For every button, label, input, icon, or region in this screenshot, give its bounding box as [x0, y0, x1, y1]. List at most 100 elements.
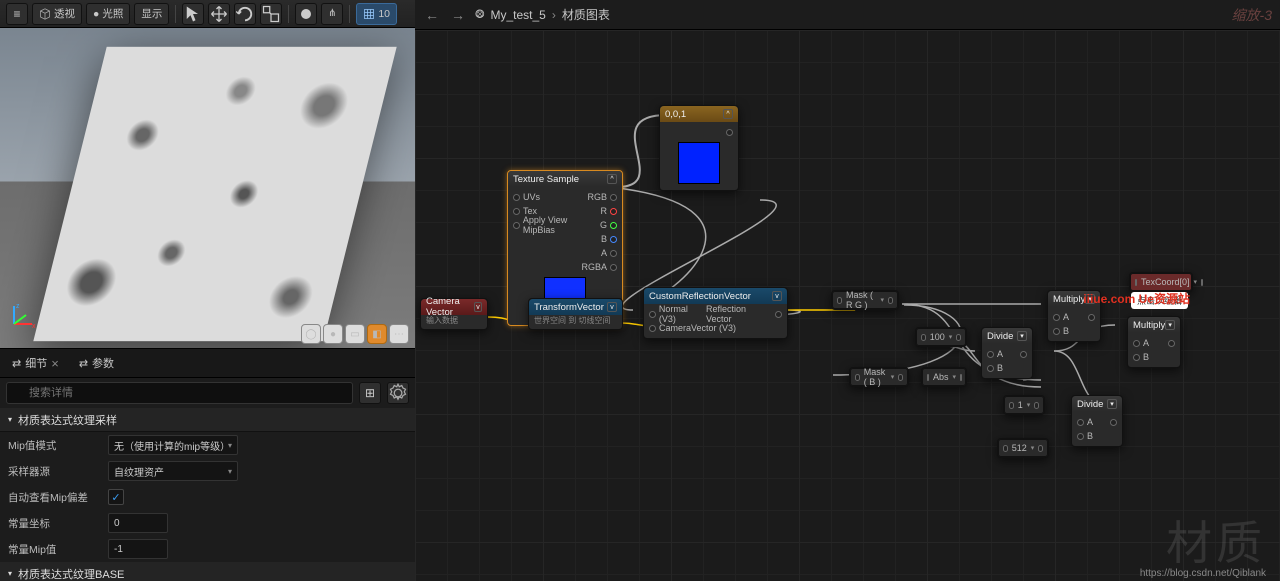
node-title: Divide — [987, 331, 1013, 342]
search-input[interactable] — [6, 382, 353, 404]
chevron-down-icon: ▾ — [8, 415, 12, 424]
view-options-icon[interactable]: ⊞ — [359, 382, 381, 404]
viewport-toolbar: ≡ 透视 ●光照 显示 ⋔ 10 — [0, 0, 415, 28]
rotate-icon[interactable] — [234, 3, 256, 25]
viewport-3d[interactable]: z x ◯ ● ▭ ◧ ⋯ — [0, 28, 415, 348]
node-title: 1 — [1018, 400, 1023, 410]
graph-toolbar: ← → ⨷ My_test_5 › 材质图表 缩放-3 — [415, 0, 1280, 30]
prop-row: 常量Mip值 -1 — [0, 536, 415, 562]
prop-label: 采样器源 — [8, 464, 108, 479]
node-cameravector[interactable]: Camera Vectorv 输入数据 — [420, 298, 488, 330]
node-constant3vector[interactable]: 0,0,1 ^ — [659, 105, 739, 191]
graph-panel: ← → ⨷ My_test_5 › 材质图表 缩放-3 控制板 0,0,1^ T… — [415, 0, 1280, 581]
hamburger-icon[interactable]: ≡ — [6, 3, 28, 25]
material-preview-mesh — [33, 47, 396, 341]
node-divide[interactable]: Divide▾ A B — [981, 327, 1033, 379]
node-mask-b[interactable]: Mask ( B )▾ — [849, 367, 909, 387]
category-header[interactable]: ▾材质表达式纹理采样 — [0, 408, 415, 432]
watermark-big: 材质 — [1166, 507, 1266, 573]
node-title: Multiply — [1133, 320, 1165, 331]
node-customreflectionvector[interactable]: CustomReflectionVectorv Normal (V3)Refle… — [643, 287, 788, 339]
node-transformvector[interactable]: TransformVectorv 世界空间 到 切线空间 — [528, 298, 623, 330]
chevron-down-icon: ▾ — [228, 441, 232, 450]
sampler-source-combo[interactable]: 自纹理资产▾ — [108, 461, 238, 481]
shape-cylinder-button[interactable]: ◯ — [301, 324, 321, 344]
detail-tabs: ⇄细节× ⇄参数 — [0, 348, 415, 378]
watermark-url: https://blog.csdn.net/Qiblank — [1140, 568, 1266, 579]
shape-plane-button[interactable]: ▭ — [345, 324, 365, 344]
lighting-button[interactable]: ●光照 — [86, 3, 130, 25]
prop-row: Mip值模式 无（使用计算的mip等级）▾ — [0, 432, 415, 458]
nav-back-button[interactable]: ← — [423, 7, 441, 23]
gear-icon[interactable] — [387, 382, 409, 404]
shape-sphere-button[interactable]: ● — [323, 324, 343, 344]
const-coord-input[interactable]: 0 — [108, 513, 168, 533]
prop-label: Mip值模式 — [8, 438, 108, 453]
node-constant-100[interactable]: 100▾ — [915, 327, 967, 347]
node-title: Divide — [1077, 399, 1103, 410]
node-title: TransformVector — [534, 302, 604, 313]
preview-shape-bar: ◯ ● ▭ ◧ ⋯ — [301, 324, 409, 344]
grid-button[interactable]: 10 — [356, 3, 397, 25]
crumb-asset[interactable]: My_test_5 — [491, 8, 546, 22]
watermark-site: iiiue.com Ue资源站 — [1083, 290, 1190, 307]
prop-row: 自动查看Mip偏差 ✓ — [0, 484, 415, 510]
chevron-up-icon[interactable]: ^ — [607, 174, 617, 184]
shape-cube-button[interactable]: ◧ — [367, 324, 387, 344]
perspective-button[interactable]: 透视 — [32, 3, 82, 25]
chevron-down-icon[interactable]: ▾ — [1165, 320, 1175, 330]
node-mask-rg[interactable]: Mask ( R G )▾ — [831, 290, 899, 310]
crumb-page[interactable]: 材质图表 — [562, 6, 610, 23]
chevron-down-icon[interactable]: ^ — [723, 109, 733, 119]
nav-fwd-button[interactable]: → — [449, 7, 467, 23]
chevron-down-icon[interactable]: v — [772, 291, 782, 301]
details-panel: ▾材质表达式纹理采样 Mip值模式 无（使用计算的mip等级）▾ 采样器源 自纹… — [0, 408, 415, 581]
node-title: Texture Sample — [513, 174, 579, 185]
select-icon[interactable] — [182, 3, 204, 25]
snap-icon[interactable]: ⋔ — [321, 3, 343, 25]
node-title: 0,0,1 — [665, 109, 686, 120]
prop-row: 常量坐标 0 — [0, 510, 415, 536]
shape-custom-button[interactable]: ⋯ — [389, 324, 409, 344]
node-title: TexCoord[0] — [1141, 277, 1190, 287]
mip-mode-combo[interactable]: 无（使用计算的mip等级）▾ — [108, 435, 238, 455]
chevron-down-icon[interactable]: v — [474, 302, 482, 312]
chevron-down-icon[interactable]: ▾ — [1107, 399, 1117, 409]
node-multiply-2[interactable]: Multiply▾ A B — [1127, 316, 1181, 368]
camera-speed-icon[interactable] — [295, 3, 317, 25]
chevron-down-icon[interactable]: v — [607, 302, 617, 312]
svg-text:z: z — [16, 303, 20, 310]
prop-label: 常量坐标 — [8, 516, 108, 531]
node-divide-2[interactable]: Divide▾ A B — [1071, 395, 1123, 447]
prop-label: 常量Mip值 — [8, 542, 108, 557]
breadcrumb[interactable]: ⨷ My_test_5 › 材质图表 — [475, 6, 610, 23]
chevron-down-icon[interactable]: ▾ — [1017, 331, 1027, 341]
scale-icon[interactable] — [260, 3, 282, 25]
const-mip-input[interactable]: -1 — [108, 539, 168, 559]
node-title: 512 — [1012, 443, 1027, 453]
graph-canvas[interactable]: 0,0,1^ Texture Sample^ UVsRGB TexR Apply… — [415, 30, 1280, 581]
node-title: CustomReflectionVector — [649, 291, 751, 302]
category-header[interactable]: ▾材质表达式纹理BASE — [0, 562, 415, 581]
node-abs[interactable]: Abs▾ — [921, 367, 967, 387]
left-panel: ≡ 透视 ●光照 显示 ⋔ 10 z x ◯ ● ▭ ◧ ⋯ ⇄细节× ⇄参数 ⊞… — [0, 0, 415, 581]
node-title: 100 — [930, 332, 945, 342]
close-icon[interactable]: × — [51, 356, 59, 371]
chevron-down-icon: ▾ — [8, 569, 12, 578]
node-title: Abs — [933, 372, 949, 382]
node-constant-1[interactable]: 1▾ — [1003, 395, 1045, 415]
node-constant-512[interactable]: 512▾ — [997, 438, 1049, 458]
auto-mip-checkbox[interactable]: ✓ — [108, 489, 124, 505]
node-texcoord[interactable]: TexCoord[0]▾ — [1129, 272, 1193, 292]
chevron-down-icon: ▾ — [228, 467, 232, 476]
node-title: Multiply — [1053, 294, 1085, 305]
node-title: Mask ( R G ) — [846, 290, 877, 310]
svg-text:x: x — [32, 323, 36, 330]
zoom-label: 缩放-3 — [1232, 5, 1272, 25]
search-row: ⊞ — [0, 378, 415, 408]
tab-details[interactable]: ⇄细节× — [6, 352, 65, 374]
prop-label: 自动查看Mip偏差 — [8, 490, 108, 505]
display-button[interactable]: 显示 — [134, 3, 169, 25]
move-icon[interactable] — [208, 3, 230, 25]
tab-params[interactable]: ⇄参数 — [73, 352, 120, 374]
